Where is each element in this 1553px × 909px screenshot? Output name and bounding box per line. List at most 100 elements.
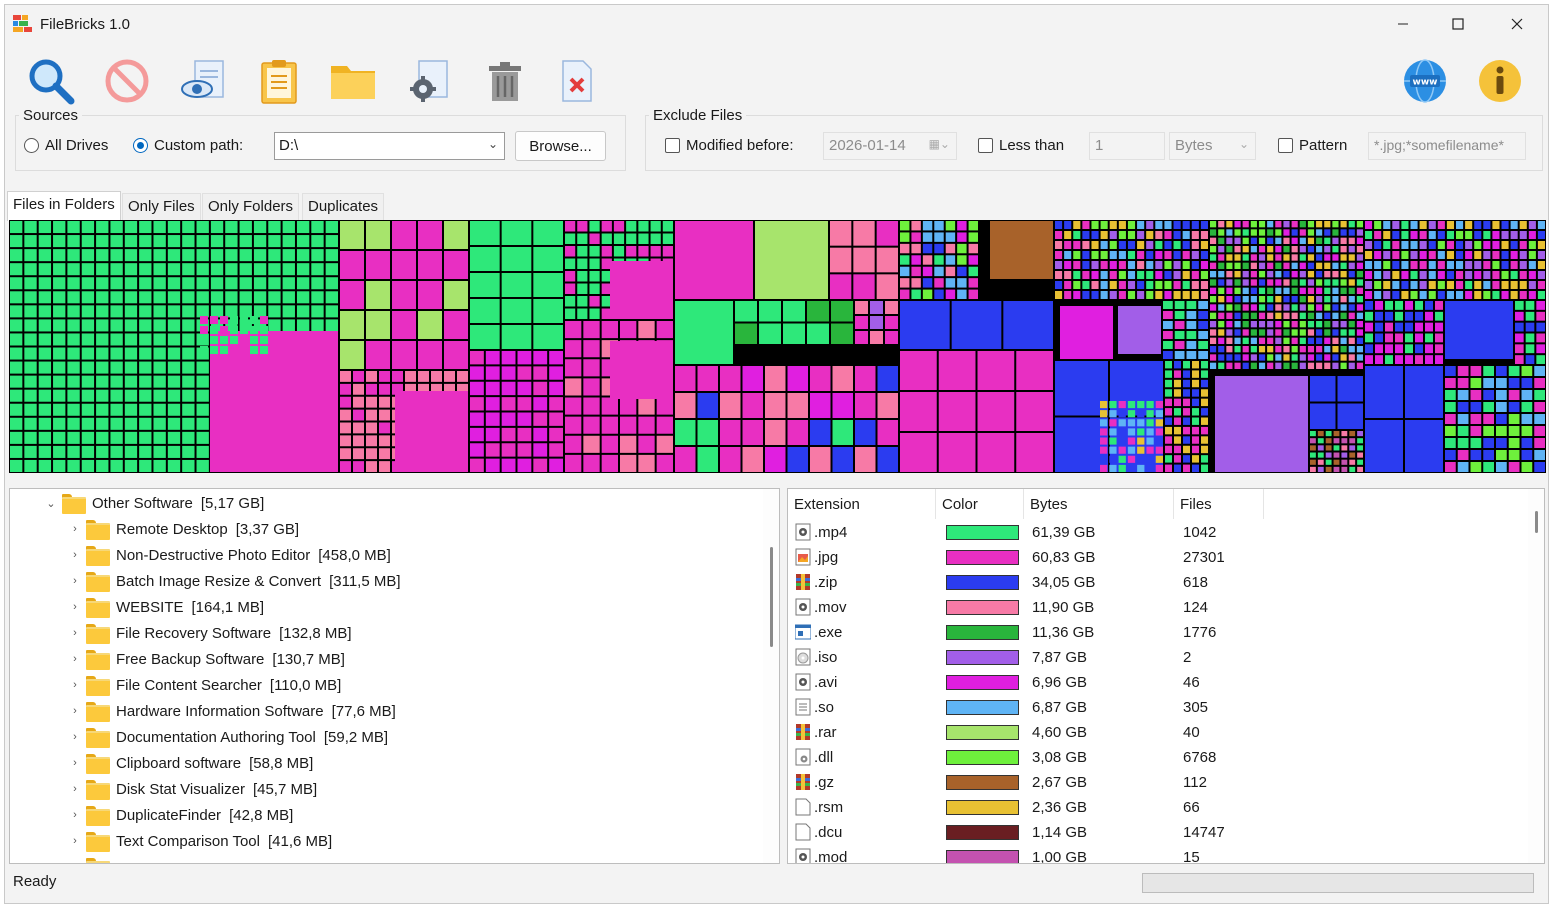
treemap-block[interactable] xyxy=(81,431,95,444)
treemap-block[interactable] xyxy=(583,454,600,472)
treemap-block[interactable] xyxy=(1218,312,1225,319)
treemap-block[interactable] xyxy=(282,319,295,332)
treemap-block[interactable] xyxy=(1218,321,1225,328)
custom-path-radio-dot[interactable] xyxy=(133,138,148,153)
treemap-block[interactable] xyxy=(10,389,23,402)
treemap-block[interactable] xyxy=(968,255,978,265)
maximize-button[interactable] xyxy=(1429,5,1487,43)
treemap-block[interactable] xyxy=(1258,337,1266,344)
treemap-block[interactable] xyxy=(340,396,351,408)
treemap-block[interactable] xyxy=(1210,279,1217,286)
treemap-block[interactable] xyxy=(1127,401,1136,409)
treemap-block[interactable] xyxy=(1275,271,1282,278)
treemap-block[interactable] xyxy=(1200,261,1208,269)
treemap-block[interactable] xyxy=(124,249,138,262)
treemap-block[interactable] xyxy=(1242,329,1249,336)
treemap-block[interactable] xyxy=(1341,466,1348,472)
treemap-block[interactable] xyxy=(1064,281,1072,289)
treemap-block[interactable] xyxy=(1100,251,1108,259)
treemap-block[interactable] xyxy=(990,221,1053,279)
treemap-block[interactable] xyxy=(1340,287,1347,294)
treemap-block[interactable] xyxy=(1340,346,1347,353)
treemap-block[interactable] xyxy=(1324,279,1331,286)
treemap-block[interactable] xyxy=(1316,287,1323,294)
treemap-block[interactable] xyxy=(1155,291,1163,299)
treemap-block[interactable] xyxy=(1283,296,1290,303)
treemap-block[interactable] xyxy=(1118,455,1126,463)
treemap-block[interactable] xyxy=(1333,466,1340,472)
treemap-block[interactable] xyxy=(10,221,23,234)
treemap-block[interactable] xyxy=(870,301,883,314)
treemap-block[interactable] xyxy=(1275,287,1282,294)
treemap-block[interactable] xyxy=(1163,301,1173,309)
treemap-block[interactable] xyxy=(1155,410,1163,418)
treemap-block[interactable] xyxy=(720,447,741,472)
treemap-block[interactable] xyxy=(210,346,218,354)
treemap-block[interactable] xyxy=(957,232,967,242)
treemap-block[interactable] xyxy=(1428,251,1436,259)
treemap-block[interactable] xyxy=(53,445,66,458)
treemap-block[interactable] xyxy=(1267,221,1274,228)
treemap-block[interactable] xyxy=(1307,262,1315,269)
treemap-block[interactable] xyxy=(1210,304,1217,311)
treemap-block[interactable] xyxy=(1383,271,1391,279)
treemap-block[interactable] xyxy=(282,221,295,234)
treemap-block[interactable] xyxy=(53,417,66,430)
treemap-block[interactable] xyxy=(1267,354,1274,361)
treemap-block[interactable] xyxy=(1283,321,1290,328)
treemap-block[interactable] xyxy=(1250,296,1257,303)
treemap-block[interactable] xyxy=(1383,281,1391,289)
treemap-block[interactable] xyxy=(1127,231,1136,239)
treemap-block[interactable] xyxy=(53,235,66,248)
treemap-block[interactable] xyxy=(911,255,921,265)
treemap-block[interactable] xyxy=(501,458,516,472)
treemap-block[interactable] xyxy=(153,333,166,346)
treemap-block[interactable] xyxy=(1250,354,1257,361)
treemap-block[interactable] xyxy=(81,333,95,346)
treemap-block[interactable] xyxy=(210,291,224,304)
tree-item[interactable]: › Free Backup Software [130,7 MB] xyxy=(68,646,345,672)
treemap-block[interactable] xyxy=(1508,390,1520,400)
treemap-block[interactable] xyxy=(1234,279,1241,286)
treemap-block[interactable] xyxy=(1437,241,1445,249)
treemap-block[interactable] xyxy=(1385,333,1393,343)
treemap-block[interactable] xyxy=(196,221,209,234)
treemap-block[interactable] xyxy=(1307,279,1315,286)
treemap-block[interactable] xyxy=(167,277,181,290)
treemap-block[interactable] xyxy=(1446,251,1454,259)
treemap-block[interactable] xyxy=(1307,329,1315,336)
treemap-block[interactable] xyxy=(1210,254,1217,261)
treemap-block[interactable] xyxy=(583,378,600,396)
treemap-block[interactable] xyxy=(1356,262,1363,269)
treemap-block[interactable] xyxy=(1456,261,1464,269)
treemap-block[interactable] xyxy=(1537,291,1545,299)
treemap-block[interactable] xyxy=(1192,361,1199,369)
treemap-block[interactable] xyxy=(1210,346,1217,353)
treemap-block[interactable] xyxy=(96,319,109,332)
treemap-block[interactable] xyxy=(1374,231,1382,239)
treemap-block[interactable] xyxy=(1365,344,1373,354)
treemap-block[interactable] xyxy=(1234,321,1241,328)
treemap-block[interactable] xyxy=(807,323,829,345)
treemap-block[interactable] xyxy=(1496,402,1507,412)
treemap-block[interactable] xyxy=(38,403,52,416)
treemap-block[interactable] xyxy=(392,221,416,249)
treemap-block[interactable] xyxy=(1242,337,1249,344)
treemap-block[interactable] xyxy=(139,417,152,430)
treemap-block[interactable] xyxy=(210,316,218,324)
treemap-block[interactable] xyxy=(405,371,416,382)
treemap-block[interactable] xyxy=(876,274,898,299)
treemap-block[interactable] xyxy=(1501,281,1509,289)
treemap-block[interactable] xyxy=(139,431,152,444)
treemap-block[interactable] xyxy=(379,396,390,408)
treemap-block[interactable] xyxy=(638,454,655,472)
treemap-block[interactable] xyxy=(418,221,442,249)
treemap-block[interactable] xyxy=(1146,251,1154,259)
treemap-block[interactable] xyxy=(1055,231,1063,239)
treemap-block[interactable] xyxy=(53,319,66,332)
treemap-block[interactable] xyxy=(67,417,80,430)
tree-item[interactable]: › DuplicateFinder [42,8 MB] xyxy=(68,802,293,828)
treemap-block[interactable] xyxy=(1537,261,1545,269)
treemap-block[interactable] xyxy=(1182,241,1190,249)
treemap-block[interactable] xyxy=(1474,241,1482,249)
